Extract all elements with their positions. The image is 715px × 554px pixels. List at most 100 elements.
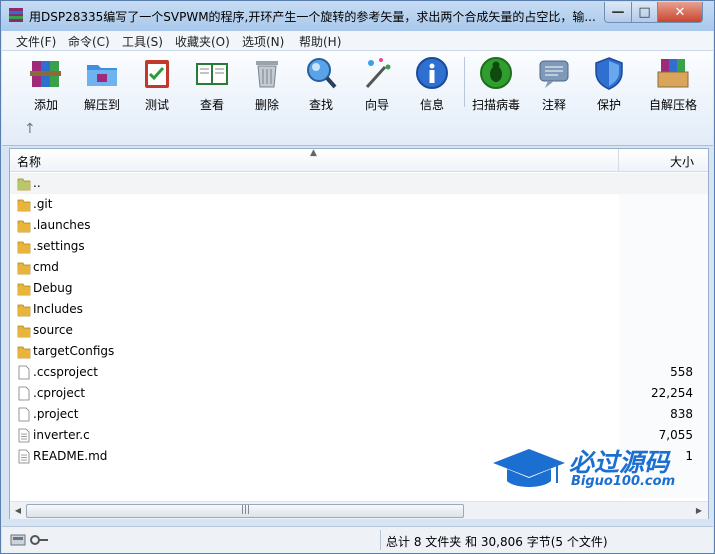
file-icon [18,365,30,380]
file-row[interactable]: .ccsproject 558 [10,362,708,383]
protect-label: 保护 [596,98,621,112]
scroll-left-arrow[interactable]: ◀ [11,504,25,517]
file-row[interactable]: Debug [10,278,708,299]
add-button[interactable]: 添加 [19,55,73,113]
file-name: inverter.c [33,428,90,442]
shield-icon [595,57,623,90]
delete-label: 删除 [254,98,279,112]
folder-icon [17,283,31,296]
wizard-wand-icon [365,58,391,89]
horizontal-scrollbar[interactable]: ◀ ||| ▶ [10,501,708,519]
menu-command[interactable]: 命令(C) [68,33,110,50]
delete-button[interactable]: 删除 [240,55,294,113]
file-row[interactable]: targetConfigs [10,341,708,362]
virus-scan-button[interactable]: 扫描病毒 [469,55,523,113]
virus-scan-label: 扫描病毒 [471,98,520,112]
menu-help[interactable]: 帮助(H) [299,33,341,50]
toolbar-separator [464,57,465,107]
protect-button[interactable]: 保护 [582,55,636,113]
comment-label: 注释 [541,98,566,112]
file-icon [18,386,30,401]
folder-icon [17,220,31,233]
graduation-cap-logo [493,449,565,487]
drive-key-icon [10,534,48,546]
file-name: .. [33,176,41,190]
comment-button[interactable]: 注释 [527,55,581,113]
info-icon [416,57,448,89]
file-size: 558 [670,365,693,379]
file-row[interactable]: .git [10,194,708,215]
file-name: Debug [33,281,73,295]
sfx-button[interactable]: 自解压格 [640,55,706,113]
file-name: targetConfigs [33,344,115,358]
scroll-right-arrow[interactable]: ▶ [692,504,706,517]
find-button[interactable]: 查找 [294,55,348,113]
extract-to-button[interactable]: 解压到 [75,55,129,113]
maximize-button[interactable]: □ [631,2,658,23]
menu-favorites[interactable]: 收藏夹(O) [175,33,230,50]
minimize-button[interactable]: — [604,2,632,23]
file-name: .settings [33,239,85,253]
folder-icon [17,178,31,191]
virus-scan-icon [480,57,512,89]
menu-bar: 文件(F) 命令(C) 工具(S) 收藏夹(O) 选项(N) 帮助(H) [2,31,713,51]
file-name: .project [33,407,79,421]
extract-folder-icon [87,65,117,86]
column-size-header[interactable]: 大小 [670,153,694,170]
c-file-icon [18,428,30,443]
file-name: .cproject [33,386,86,400]
winrar-window: 用DSP28335编写了一个SVPWM的程序,开环产生一个旋转的参考矢量，求出两… [0,0,715,554]
extract-to-label: 解压到 [83,98,120,112]
wizard-button[interactable]: 向导 [350,55,404,113]
file-row[interactable]: .. [10,173,708,194]
file-row[interactable]: Includes [10,299,708,320]
trash-icon [256,61,278,88]
folder-icon [17,325,31,338]
file-row[interactable]: .cproject 22,254 [10,383,708,404]
text-file-icon [18,449,30,464]
info-button[interactable]: 信息 [405,55,459,113]
wizard-label: 向导 [364,98,389,112]
file-row[interactable]: source [10,320,708,341]
toolbar: 添加 解压到 测试 查看 删除 查找 向导 信息 扫描病毒 注释 保护 自解压格… [2,51,713,146]
sfx-box-icon [657,59,689,88]
comment-icon [539,60,569,88]
info-label: 信息 [419,98,444,112]
folder-icon [17,199,31,212]
test-clipboard-icon [145,60,169,88]
window-title: 用DSP28335编写了一个SVPWM的程序,开环产生一个旋转的参考矢量，求出两… [29,10,596,24]
file-name: README.md [33,449,108,463]
file-size: 838 [670,407,693,421]
file-row[interactable]: .settings [10,236,708,257]
status-summary: 总计 8 文件夹 和 30,806 字节(5 个文件) [386,535,608,549]
sfx-label: 自解压格 [648,98,697,112]
file-row[interactable]: cmd [10,257,708,278]
column-divider[interactable] [618,149,619,171]
view-button[interactable]: 查看 [185,55,239,113]
column-header: 名称 ▲ 大小 [10,148,708,172]
scroll-grip-icon: ||| [241,505,251,515]
file-name: .launches [33,218,91,232]
menu-options[interactable]: 选项(N) [242,33,284,50]
up-folder-button[interactable]: ↑ [24,121,36,137]
test-button[interactable]: 测试 [130,55,184,113]
menu-tools[interactable]: 工具(S) [122,33,163,50]
file-size: 22,254 [651,386,693,400]
close-button[interactable]: ✕ [657,2,703,23]
file-name: source [33,323,73,337]
file-row[interactable]: .launches [10,215,708,236]
file-size: 7,055 [658,428,693,442]
sort-ascending-icon: ▲ [310,148,317,158]
folder-icon [17,304,31,317]
view-label: 查看 [199,98,224,112]
folder-icon [17,346,31,359]
menu-file[interactable]: 文件(F) [16,33,56,50]
folder-icon [17,241,31,254]
file-row[interactable]: .project 838 [10,404,708,425]
column-name-header[interactable]: 名称 [17,153,41,170]
magnifier-icon [307,58,337,89]
find-label: 查找 [308,98,333,112]
winrar-app-icon [9,8,23,22]
scroll-thumb[interactable]: ||| [26,504,464,518]
add-label: 添加 [33,98,58,112]
